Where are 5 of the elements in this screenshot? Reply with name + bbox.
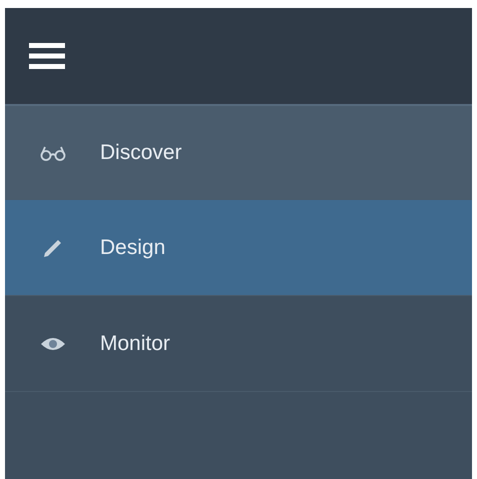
menu-item[interactable]: Discover	[5, 104, 472, 200]
eye-icon	[40, 336, 66, 352]
menu-icon[interactable]	[29, 41, 65, 71]
glasses-icon	[40, 144, 66, 160]
menu-item[interactable]: Design	[5, 200, 472, 296]
